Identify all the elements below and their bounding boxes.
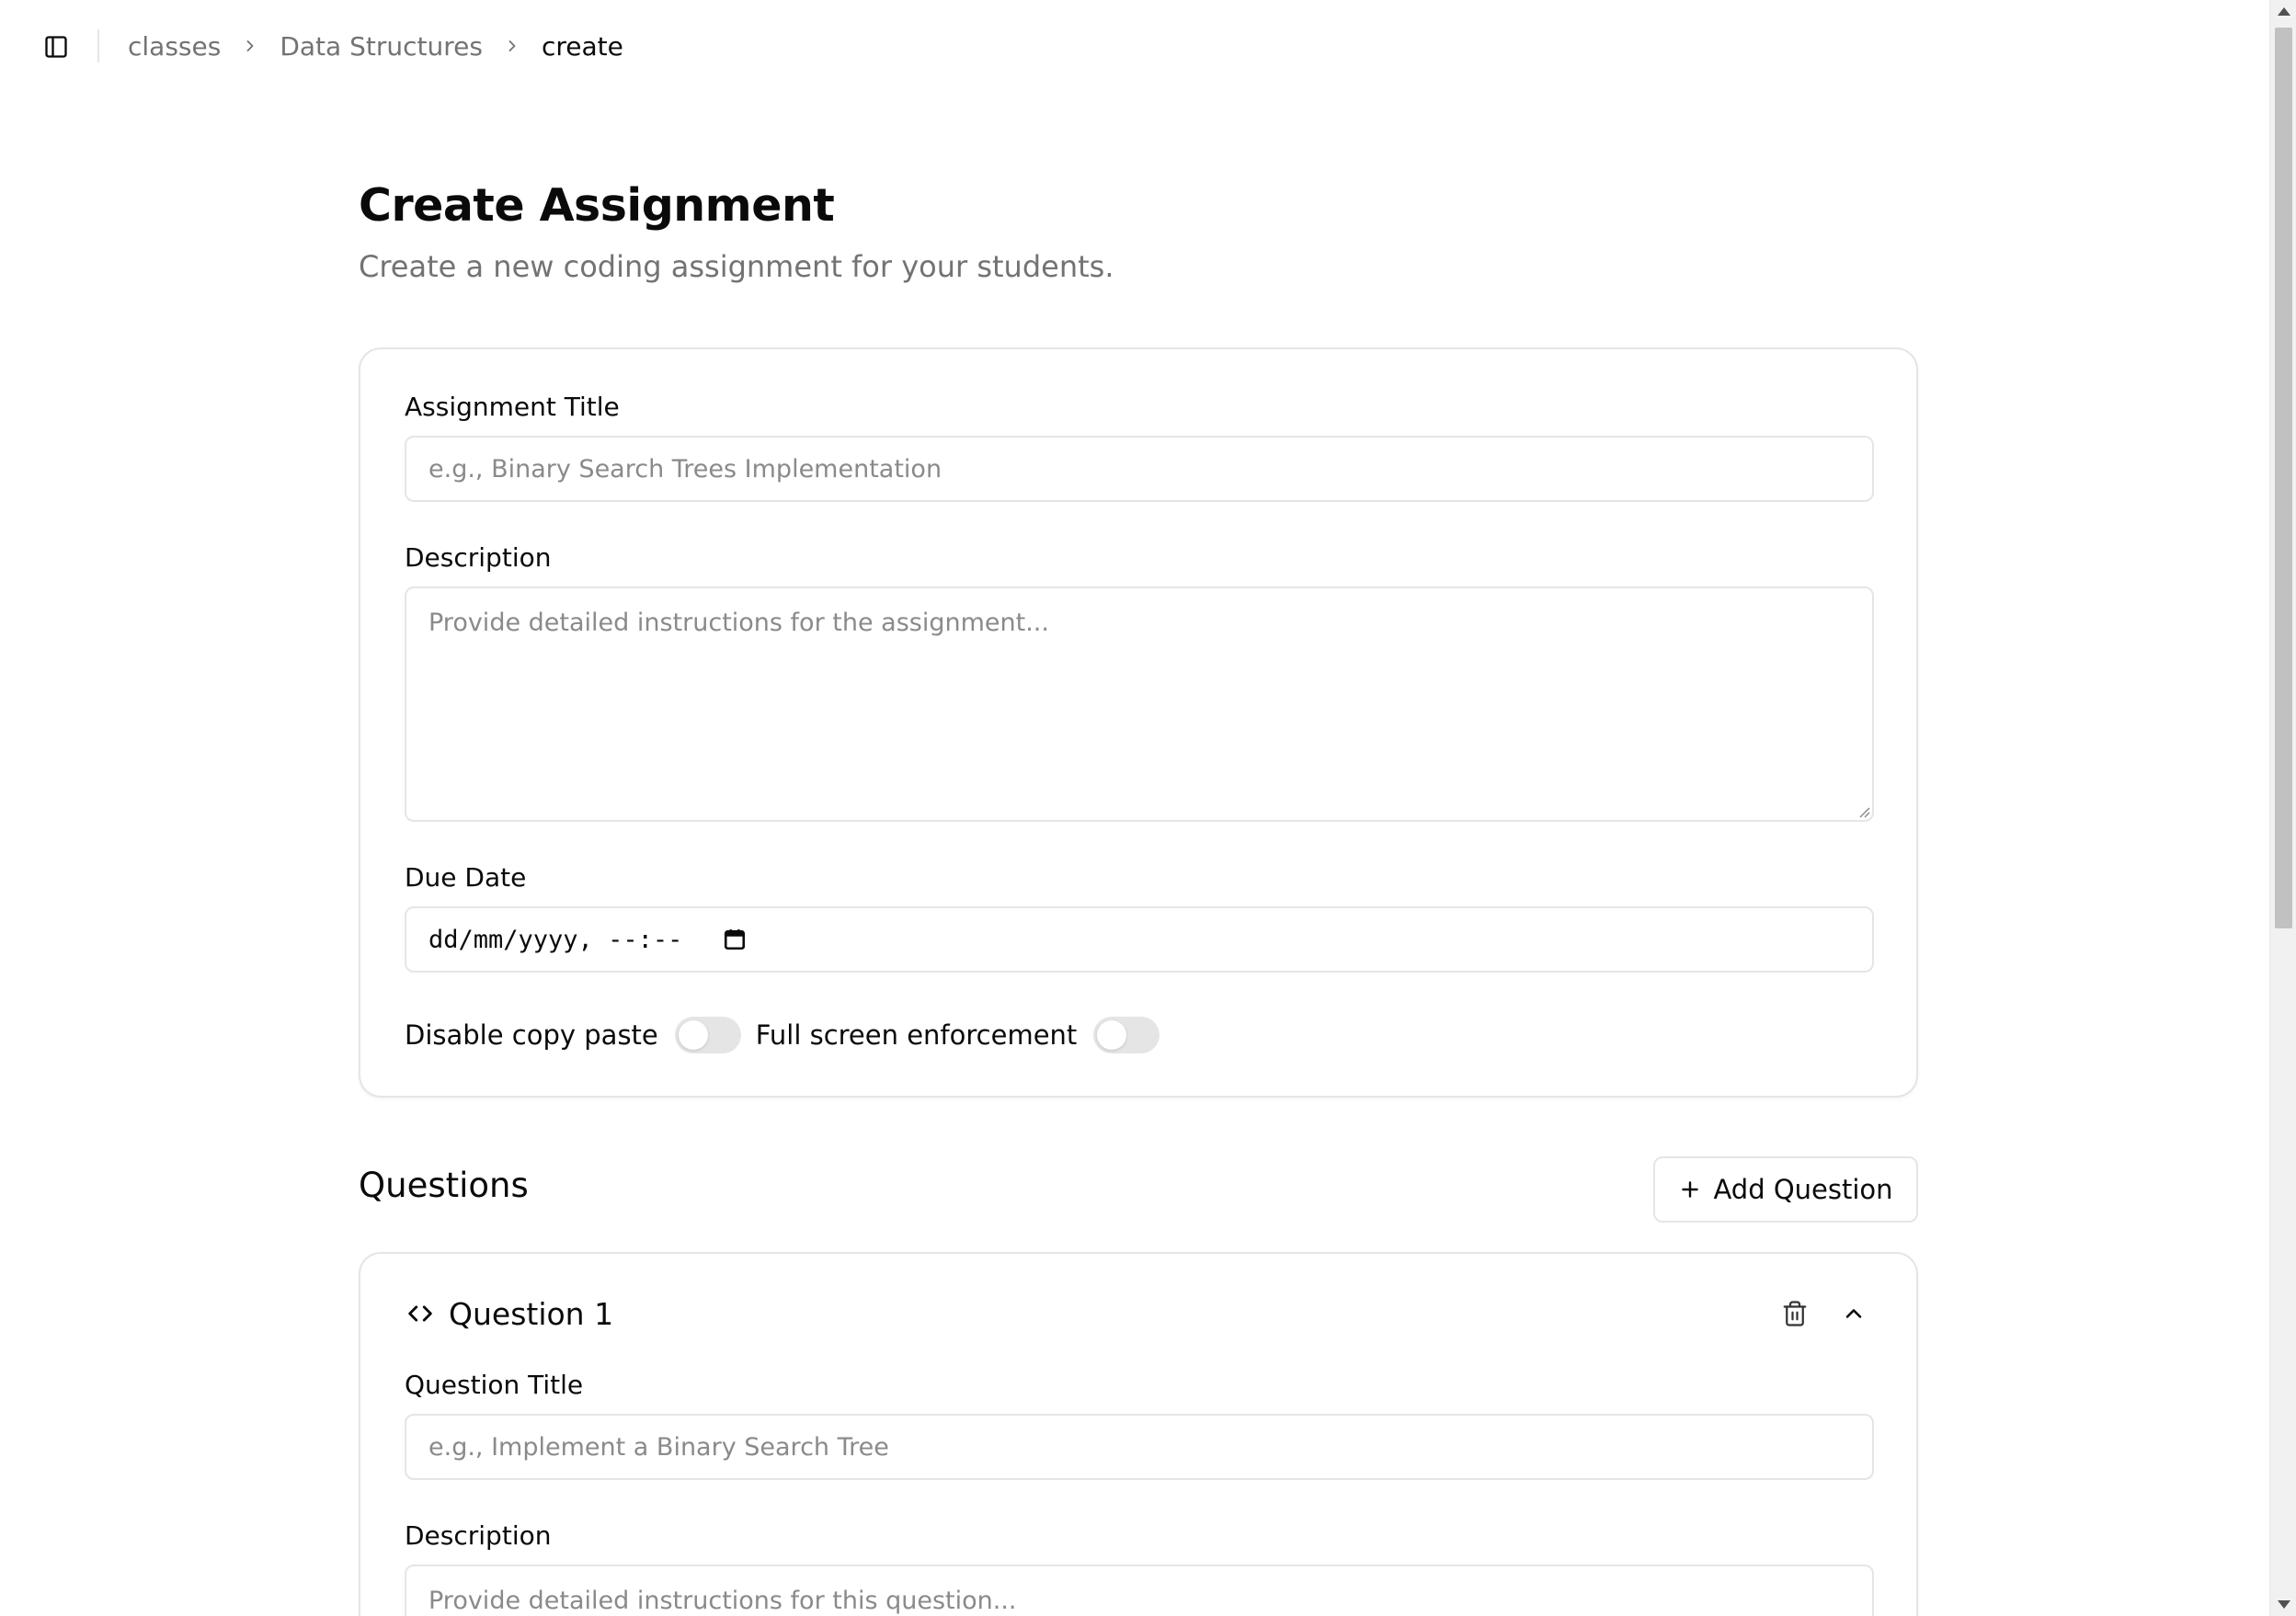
page-title: Create Assignment — [359, 179, 835, 232]
due-date-value: dd/mm/yyyy, --:-- — [428, 925, 683, 954]
calendar-icon[interactable] — [723, 927, 747, 951]
page-scrollbar[interactable] — [2269, 0, 2296, 1616]
trash-icon[interactable] — [1775, 1293, 1815, 1334]
due-date-label: Due Date — [405, 862, 527, 893]
top-bar: classes Data Structures create — [0, 0, 2269, 92]
description-textarea[interactable] — [405, 586, 1874, 822]
question-actions — [1756, 1291, 1874, 1337]
assignment-title-label: Assignment Title — [405, 392, 620, 422]
assignment-details-card: Assignment Title Description Due Date dd… — [359, 347, 1918, 1098]
question-title-input[interactable] — [405, 1414, 1874, 1480]
question-title-label: Question Title — [405, 1370, 584, 1400]
page-header: Create Assignment Create a new coding as… — [359, 175, 1918, 287]
add-question-label: Add Question — [1713, 1174, 1893, 1205]
sidebar-toggle-icon[interactable] — [40, 31, 72, 63]
scrollbar-thumb[interactable] — [2275, 28, 2292, 928]
scroll-down-arrow-icon[interactable] — [2278, 1600, 2290, 1609]
questions-header: Questions Add Question — [359, 1156, 1918, 1223]
full-screen-label: Full screen enforcement — [755, 1019, 1078, 1051]
breadcrumb-item-classes[interactable]: classes — [128, 31, 221, 62]
breadcrumb-item-class[interactable]: Data Structures — [280, 31, 483, 62]
question-card-header: Question 1 — [405, 1291, 1874, 1337]
plus-icon — [1678, 1178, 1702, 1201]
code-icon — [405, 1298, 436, 1329]
disable-copy-paste-switch[interactable] — [674, 1017, 741, 1053]
chevron-up-icon[interactable] — [1833, 1293, 1874, 1334]
breadcrumb-item-current: create — [541, 30, 623, 62]
scroll-up-arrow-icon[interactable] — [2278, 7, 2290, 16]
page-subtitle: Create a new coding assignment for your … — [359, 249, 1114, 284]
disable-copy-paste-label: Disable copy paste — [405, 1019, 658, 1051]
chevron-right-icon — [483, 37, 542, 55]
assignment-title-input[interactable] — [405, 436, 1874, 502]
switch-knob — [678, 1020, 708, 1050]
question-description-textarea[interactable] — [405, 1565, 1874, 1616]
question-heading: Question 1 — [449, 1295, 614, 1332]
questions-section-title: Questions — [359, 1166, 529, 1205]
full-screen-switch[interactable] — [1093, 1017, 1160, 1053]
chevron-right-icon — [221, 37, 280, 55]
description-wrapper — [360, 586, 1916, 822]
due-date-input[interactable]: dd/mm/yyyy, --:-- — [405, 906, 1874, 973]
resize-handle-icon[interactable] — [1857, 805, 1870, 818]
breadcrumb: classes Data Structures create — [128, 26, 623, 66]
topbar-divider — [97, 29, 99, 63]
add-question-button[interactable]: Add Question — [1653, 1156, 1918, 1223]
description-label: Description — [405, 542, 552, 573]
assignment-toggles: Disable copy paste Full screen enforceme… — [405, 1015, 1174, 1055]
switch-knob — [1097, 1020, 1127, 1050]
question-card: Question 1 Question Title Description — [359, 1252, 1918, 1616]
question-description-label: Description — [405, 1520, 552, 1551]
